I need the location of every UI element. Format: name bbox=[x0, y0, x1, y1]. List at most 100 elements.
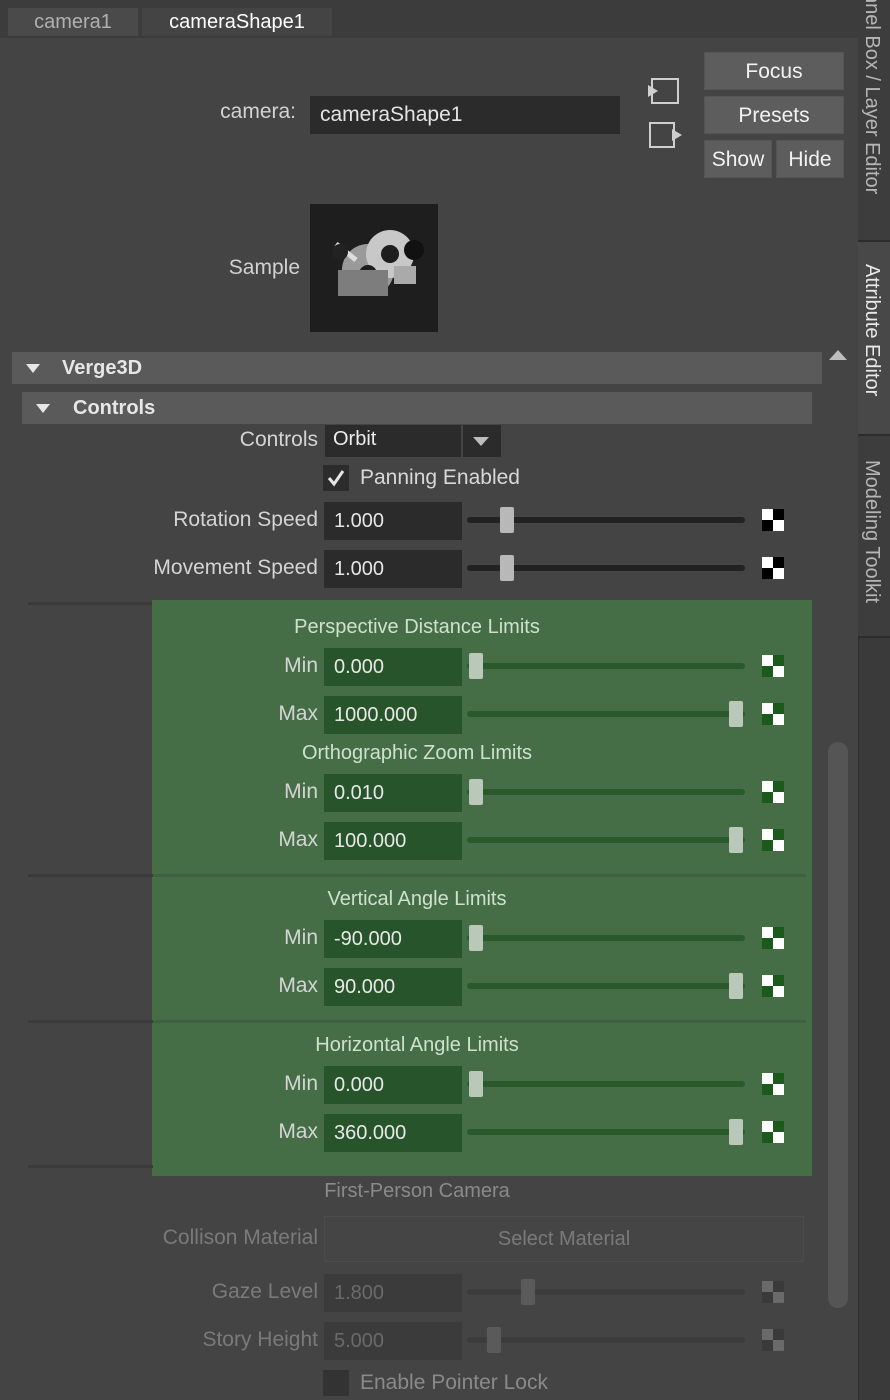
movement-speed-slider-handle[interactable] bbox=[500, 555, 515, 581]
rotation-speed-label: Rotation Speed bbox=[173, 508, 318, 531]
vert-max-field[interactable]: 90.000 bbox=[324, 968, 462, 1006]
show-button[interactable]: Show bbox=[704, 140, 772, 178]
collapse-triangle-icon bbox=[36, 404, 50, 413]
hide-button[interactable]: Hide bbox=[776, 140, 844, 178]
divider bbox=[153, 874, 806, 877]
controls-dropdown[interactable]: Orbit bbox=[325, 425, 501, 457]
camera-swatch-icon bbox=[310, 204, 438, 332]
divider bbox=[28, 874, 153, 877]
horiz-max-slider-handle[interactable] bbox=[729, 1119, 743, 1145]
vert-min-slider[interactable] bbox=[467, 935, 745, 941]
map-texture-icon[interactable] bbox=[762, 655, 784, 677]
scroll-up-arrow-icon[interactable] bbox=[829, 350, 847, 360]
persp-max-slider-handle[interactable] bbox=[729, 701, 743, 727]
pointer-lock-label: Enable Pointer Lock bbox=[360, 1371, 548, 1394]
story-height-slider[interactable] bbox=[467, 1337, 745, 1343]
divider bbox=[28, 602, 153, 605]
persp-max-field[interactable]: 1000.000 bbox=[324, 696, 462, 734]
persp-max-label: Max bbox=[278, 702, 318, 725]
persp-min-slider-handle[interactable] bbox=[469, 653, 483, 679]
input-connection-icon[interactable] bbox=[646, 76, 682, 106]
horiz-min-label: Min bbox=[284, 1072, 318, 1095]
controls-dropdown-value: Orbit bbox=[333, 428, 377, 450]
first-person-title: First-Person Camera bbox=[324, 1180, 510, 1202]
collapse-triangle-icon bbox=[26, 364, 40, 373]
vert-min-field[interactable]: -90.000 bbox=[324, 920, 462, 958]
tab-attribute-editor[interactable]: Attribute Editor bbox=[858, 242, 890, 436]
rotation-speed-field[interactable]: 1.000 bbox=[324, 502, 462, 540]
map-texture-icon[interactable] bbox=[762, 927, 784, 949]
tab-camera1[interactable]: camera1 bbox=[8, 8, 138, 36]
story-height-label: Story Height bbox=[202, 1328, 318, 1351]
vert-max-label: Max bbox=[278, 974, 318, 997]
pointer-lock-checkbox[interactable] bbox=[323, 1370, 349, 1396]
map-texture-icon[interactable] bbox=[762, 975, 784, 997]
presets-button[interactable]: Presets bbox=[704, 96, 844, 134]
horiz-min-slider[interactable] bbox=[467, 1081, 745, 1087]
gaze-level-slider-handle[interactable] bbox=[521, 1279, 535, 1305]
ortho-max-label: Max bbox=[278, 828, 318, 851]
map-texture-icon[interactable] bbox=[762, 1121, 784, 1143]
vertical-limits-title: Vertical Angle Limits bbox=[327, 888, 507, 910]
vert-max-slider[interactable] bbox=[467, 983, 745, 989]
gaze-level-field[interactable]: 1.800 bbox=[324, 1274, 462, 1312]
tab-channel-box[interactable]: nnel Box / Layer Editor bbox=[858, 0, 890, 242]
persp-min-field[interactable]: 0.000 bbox=[324, 648, 462, 686]
map-texture-icon[interactable] bbox=[762, 509, 784, 531]
tab-camerashape1[interactable]: cameraShape1 bbox=[142, 8, 332, 36]
gaze-level-slider[interactable] bbox=[467, 1289, 745, 1295]
map-texture-icon[interactable] bbox=[762, 1281, 784, 1303]
collision-material-label: Collison Material bbox=[162, 1226, 318, 1249]
horiz-min-slider-handle[interactable] bbox=[469, 1071, 483, 1097]
divider bbox=[153, 1020, 806, 1023]
persp-min-label: Min bbox=[284, 654, 318, 677]
vert-min-label: Min bbox=[284, 926, 318, 949]
movement-speed-label: Movement Speed bbox=[153, 556, 318, 579]
section-verge3d[interactable]: Verge3D bbox=[12, 352, 822, 384]
ortho-max-slider[interactable] bbox=[467, 837, 745, 843]
section-controls[interactable]: Controls bbox=[22, 392, 812, 424]
map-texture-icon[interactable] bbox=[762, 781, 784, 803]
map-texture-icon[interactable] bbox=[762, 557, 784, 579]
horiz-min-field[interactable]: 0.000 bbox=[324, 1066, 462, 1104]
panning-enabled-checkbox[interactable] bbox=[323, 465, 349, 491]
scrollbar-thumb[interactable] bbox=[828, 742, 848, 1308]
ortho-max-slider-handle[interactable] bbox=[729, 827, 743, 853]
ortho-min-slider[interactable] bbox=[467, 789, 745, 795]
persp-min-slider[interactable] bbox=[467, 663, 745, 669]
vert-min-slider-handle[interactable] bbox=[469, 925, 483, 951]
tab-channel-box-label: nnel Box / Layer Editor bbox=[861, 0, 883, 195]
chevron-down-icon bbox=[473, 437, 489, 446]
map-texture-icon[interactable] bbox=[762, 829, 784, 851]
rotation-speed-slider-handle[interactable] bbox=[500, 507, 515, 533]
ortho-min-slider-handle[interactable] bbox=[469, 779, 483, 805]
ortho-limits-title: Orthographic Zoom Limits bbox=[301, 742, 533, 764]
camera-name-field[interactable]: cameraShape1 bbox=[310, 96, 620, 134]
perspective-limits-title: Perspective Distance Limits bbox=[294, 616, 540, 638]
controls-label: Controls bbox=[239, 428, 318, 451]
horiz-max-label: Max bbox=[278, 1120, 318, 1143]
ortho-max-field[interactable]: 100.000 bbox=[324, 822, 462, 860]
movement-speed-field[interactable]: 1.000 bbox=[324, 550, 462, 588]
persp-max-slider[interactable] bbox=[467, 711, 745, 717]
horizontal-limits-title: Horizontal Angle Limits bbox=[315, 1034, 519, 1056]
output-connection-icon[interactable] bbox=[646, 120, 686, 150]
divider bbox=[28, 1020, 153, 1023]
vert-max-slider-handle[interactable] bbox=[729, 973, 743, 999]
focus-button[interactable]: Focus bbox=[704, 52, 844, 90]
tab-attribute-editor-label: Attribute Editor bbox=[861, 264, 883, 397]
section-controls-title: Controls bbox=[73, 397, 156, 419]
checkmark-icon bbox=[327, 470, 345, 487]
map-texture-icon[interactable] bbox=[762, 703, 784, 725]
story-height-slider-handle[interactable] bbox=[487, 1327, 502, 1353]
ortho-min-field[interactable]: 0.010 bbox=[324, 774, 462, 812]
horiz-max-field[interactable]: 360.000 bbox=[324, 1114, 462, 1152]
section-verge3d-title: Verge3D bbox=[62, 357, 143, 379]
horiz-max-slider[interactable] bbox=[467, 1129, 745, 1135]
tab-modeling-toolkit[interactable]: Modeling Toolkit bbox=[858, 436, 890, 638]
map-texture-icon[interactable] bbox=[762, 1073, 784, 1095]
map-texture-icon[interactable] bbox=[762, 1329, 784, 1351]
select-material-button[interactable]: Select Material bbox=[324, 1216, 804, 1262]
story-height-field[interactable]: 5.000 bbox=[324, 1322, 462, 1360]
camera-label: camera: bbox=[220, 100, 296, 123]
